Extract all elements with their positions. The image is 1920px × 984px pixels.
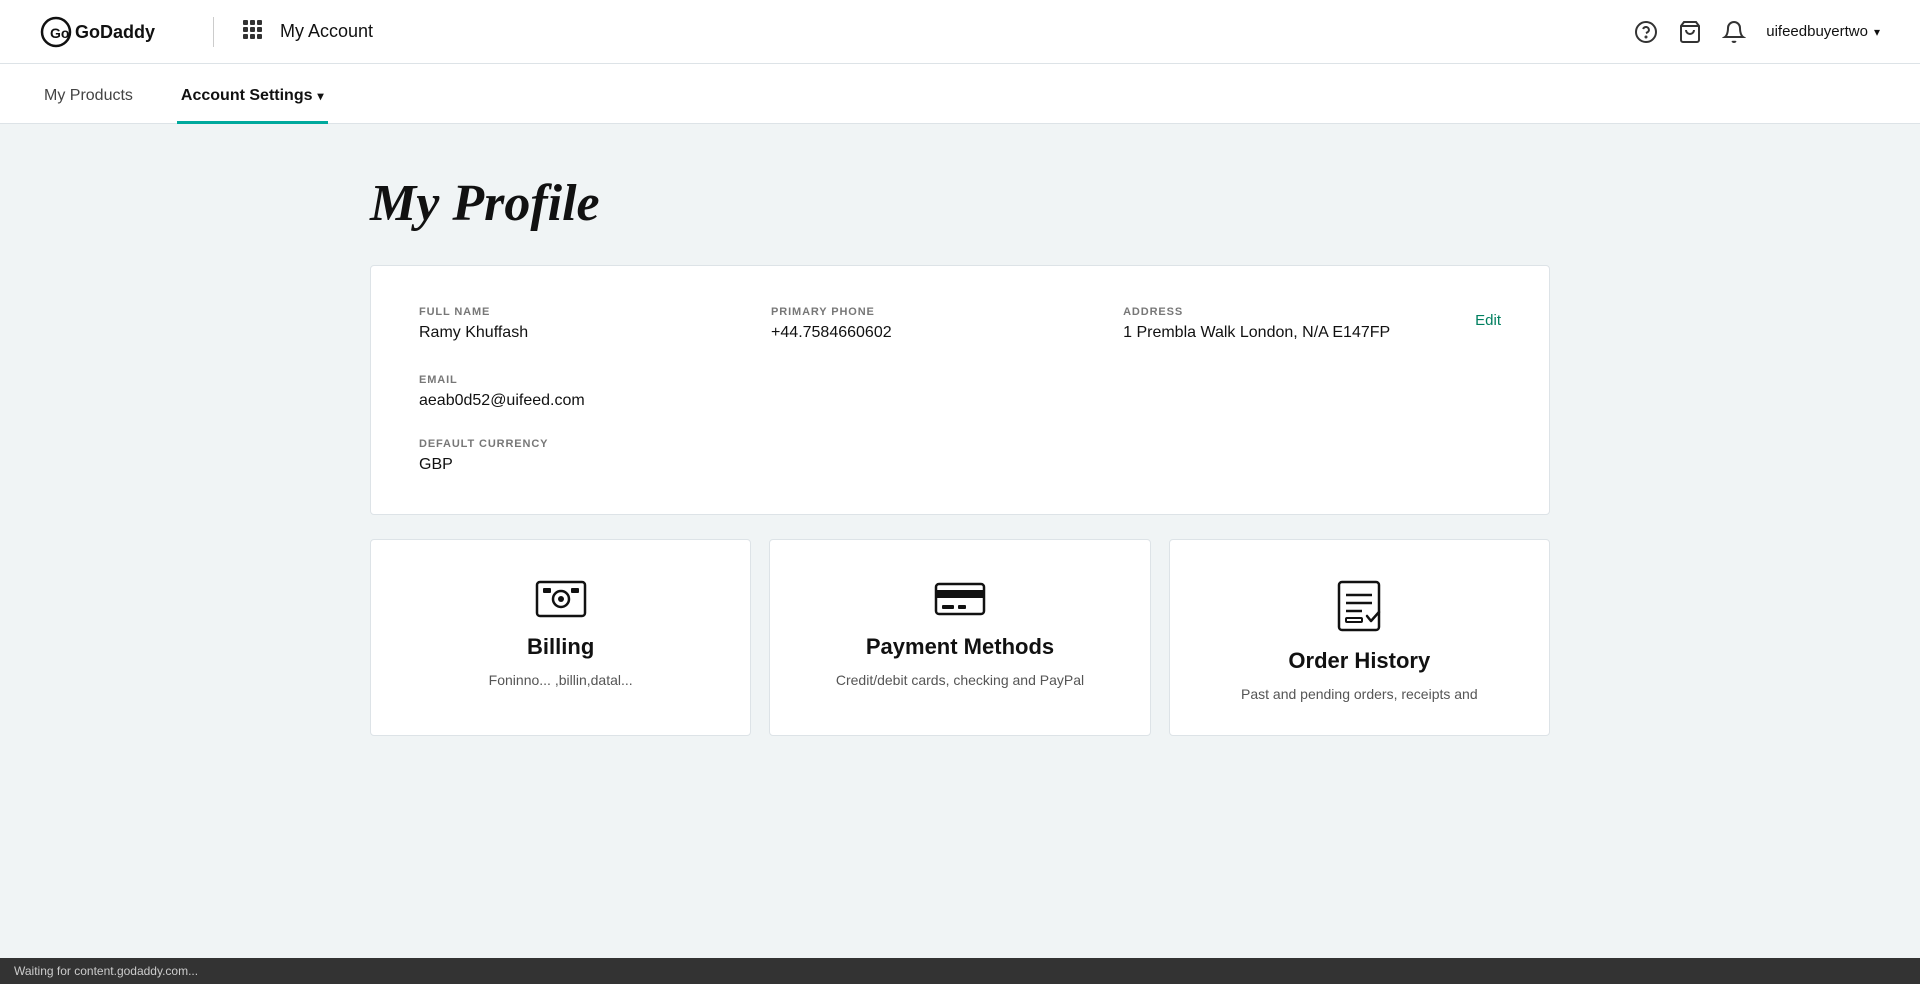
- logo-svg: Go GoDaddy: [40, 14, 185, 50]
- cart-icon[interactable]: [1678, 20, 1702, 44]
- logo-area: Go GoDaddy My Account: [40, 14, 373, 50]
- default-currency-field: DEFAULT CURRENCY GBP: [419, 438, 1501, 474]
- profile-row-2: EMAIL aeab0d52@uifeed.com: [419, 374, 1501, 410]
- header-title: My Account: [280, 21, 373, 42]
- header: Go GoDaddy My Account: [0, 0, 1920, 64]
- email-label: EMAIL: [419, 374, 1501, 386]
- status-text: Waiting for content.godaddy.com...: [14, 964, 198, 978]
- billing-card[interactable]: Billing Foninno... ,billin,datal...: [370, 539, 751, 736]
- username: uifeedbuyertwo: [1766, 23, 1868, 40]
- page-title: My Profile: [370, 174, 1550, 233]
- profile-row-1: FULL NAME Ramy Khuffash PRIMARY PHONE +4…: [419, 306, 1501, 342]
- tab-account-settings[interactable]: Account Settings ▾: [177, 87, 328, 124]
- godaddy-logo[interactable]: Go GoDaddy: [40, 14, 185, 50]
- svg-text:Go: Go: [50, 25, 69, 41]
- nav-tabs: My Products Account Settings ▾: [0, 64, 1920, 124]
- payment-methods-card[interactable]: Payment Methods Credit/debit cards, chec…: [769, 539, 1150, 736]
- payment-methods-icon: [934, 580, 986, 618]
- grid-icon[interactable]: [242, 19, 262, 45]
- profile-row-3: DEFAULT CURRENCY GBP: [419, 438, 1501, 474]
- full-name-field: FULL NAME Ramy Khuffash: [419, 306, 771, 342]
- order-history-card-title: Order History: [1288, 648, 1430, 674]
- address-field: ADDRESS 1 Prembla Walk London, N/A E147F…: [1123, 306, 1475, 342]
- billing-card-desc: Foninno... ,billin,datal...: [489, 670, 633, 691]
- primary-phone-field: PRIMARY PHONE +44.7584660602: [771, 306, 1123, 342]
- account-settings-label: Account Settings: [181, 87, 313, 105]
- default-currency-value: GBP: [419, 456, 1501, 474]
- account-settings-chevron-icon: ▾: [317, 89, 323, 103]
- tab-my-products[interactable]: My Products: [40, 87, 137, 124]
- email-value: aeab0d52@uifeed.com: [419, 392, 1501, 410]
- help-icon[interactable]: [1634, 20, 1658, 44]
- primary-phone-value: +44.7584660602: [771, 324, 1123, 342]
- order-history-icon: [1337, 580, 1381, 632]
- email-field: EMAIL aeab0d52@uifeed.com: [419, 374, 1501, 410]
- order-history-card[interactable]: Order History Past and pending orders, r…: [1169, 539, 1550, 736]
- bottom-cards: Billing Foninno... ,billin,datal... Paym…: [370, 539, 1550, 736]
- order-history-card-desc: Past and pending orders, receipts and: [1241, 684, 1478, 705]
- svg-text:GoDaddy: GoDaddy: [75, 22, 155, 42]
- billing-card-title: Billing: [527, 634, 594, 660]
- payment-methods-card-desc: Credit/debit cards, checking and PayPal: [836, 670, 1084, 691]
- payment-methods-card-title: Payment Methods: [866, 634, 1054, 660]
- address-value: 1 Prembla Walk London, N/A E147FP: [1123, 324, 1475, 342]
- address-label: ADDRESS: [1123, 306, 1475, 318]
- profile-card: FULL NAME Ramy Khuffash PRIMARY PHONE +4…: [370, 265, 1550, 515]
- bell-icon[interactable]: [1722, 20, 1746, 44]
- edit-button[interactable]: Edit: [1475, 312, 1501, 329]
- main-content: My Profile FULL NAME Ramy Khuffash PRIMA…: [330, 124, 1590, 776]
- full-name-label: FULL NAME: [419, 306, 771, 318]
- edit-col: Edit: [1475, 306, 1501, 342]
- user-chevron-icon: ▾: [1874, 25, 1880, 39]
- header-right: uifeedbuyertwo ▾: [1634, 20, 1880, 44]
- user-menu[interactable]: uifeedbuyertwo ▾: [1766, 23, 1880, 40]
- default-currency-label: DEFAULT CURRENCY: [419, 438, 1501, 450]
- header-divider: [213, 17, 214, 47]
- status-bar: Waiting for content.godaddy.com...: [0, 958, 1920, 984]
- primary-phone-label: PRIMARY PHONE: [771, 306, 1123, 318]
- billing-icon: [535, 580, 587, 618]
- full-name-value: Ramy Khuffash: [419, 324, 771, 342]
